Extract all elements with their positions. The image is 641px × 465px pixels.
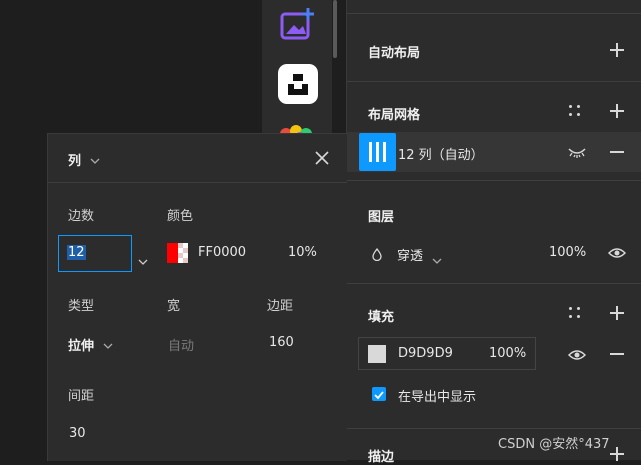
chevron-down-icon [90,158,100,164]
layout-grid-popup: 列 边数 颜色 12 FF0000 10% 类型 宽 边距 拉伸 自动 160 … [47,133,347,461]
fill-color-swatch[interactable] [368,345,386,363]
gutter-input[interactable]: 30 [69,426,86,441]
plugin-scrollbar[interactable] [332,0,338,58]
fill-title: 填充 [368,310,395,325]
stroke-title: 描边 [368,450,395,465]
chevron-down-icon[interactable] [432,249,442,264]
add-stroke-plus-icon[interactable] [610,447,624,461]
blend-mode-select[interactable]: 穿透 [397,245,423,264]
type-label: 类型 [68,299,95,314]
grid-type-dropdown[interactable]: 列 [68,150,100,169]
add-fill-plus-icon[interactable] [610,306,624,320]
column-grid-icon[interactable] [359,133,396,171]
type-dropdown-value: 拉伸 [68,339,95,354]
count-label: 边数 [68,209,95,224]
fill-eye-icon[interactable] [567,347,587,361]
grid-color-opacity[interactable]: 10% [288,245,317,260]
width-input[interactable]: 自动 [168,335,194,354]
margin-input[interactable]: 160 [269,335,294,350]
grid-color-hex[interactable]: FF0000 [198,245,246,260]
auto-layout-title: 自动布局 [368,46,421,61]
watermark: CSDN @安然°437 [498,437,610,452]
grid-styles-icon[interactable] [569,105,581,117]
layout-grid-label: 12 列（自动） [398,148,484,163]
add-image-icon[interactable] [278,6,316,44]
margin-label: 边距 [267,299,294,314]
remove-grid-minus-icon[interactable] [610,151,624,153]
layout-grid-title: 布局网格 [368,108,421,123]
gutter-label: 间距 [68,389,95,404]
layout-grid-item[interactable]: 12 列（自动） [347,132,641,172]
add-auto-layout-plus-icon[interactable] [610,43,624,57]
fill-opacity-value[interactable]: 100% [489,346,526,361]
add-layout-grid-plus-icon[interactable] [610,104,624,118]
fill-hex-value[interactable]: D9D9D9 [398,346,453,361]
properties-panel: 自动布局 布局网格 12 列（自动） 图层 穿透 100% 填充 D9D9D9 … [346,0,641,465]
export-checkbox[interactable] [372,387,386,401]
grid-color-swatch[interactable] [167,243,188,263]
fill-color-input[interactable]: D9D9D9 100% [358,337,536,370]
chevron-down-icon [103,343,113,349]
hidden-eye-icon[interactable] [567,144,587,158]
count-input-value[interactable]: 12 [67,245,86,260]
unsplash-icon[interactable] [278,64,318,104]
layer-opacity-value[interactable]: 100% [549,245,586,260]
count-input[interactable]: 12 [58,235,132,272]
export-label: 在导出中显示 [398,390,477,405]
color-label: 颜色 [167,209,194,224]
blend-mode-drop-icon [372,246,382,262]
visibility-eye-icon[interactable] [607,245,627,259]
fill-styles-icon[interactable] [569,307,581,319]
count-chevron-down-icon[interactable] [138,250,148,265]
plugin-strip [262,0,332,140]
grid-type-value: 列 [68,154,82,169]
type-dropdown[interactable]: 拉伸 [68,335,113,354]
close-icon[interactable] [315,150,329,165]
remove-fill-minus-icon[interactable] [610,353,624,355]
width-label: 宽 [167,299,181,314]
layers-title: 图层 [368,210,395,225]
